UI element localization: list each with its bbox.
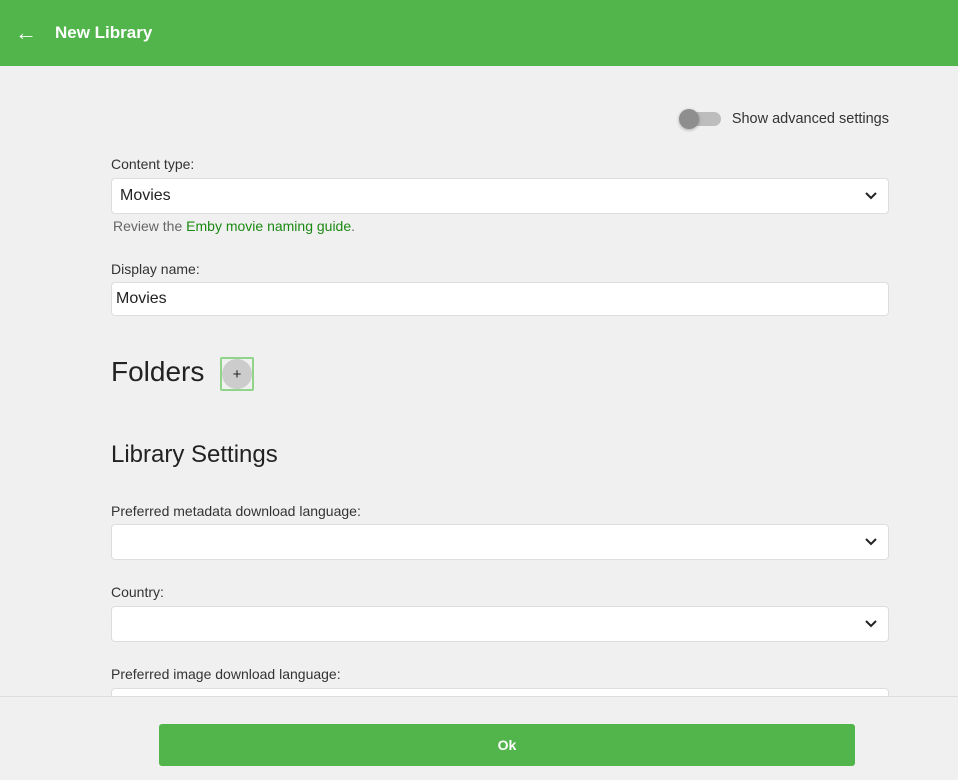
library-settings-heading: Library Settings	[111, 441, 278, 468]
advanced-settings-toggle[interactable]: Show advanced settings	[678, 109, 889, 129]
naming-guide-help: Review the Emby movie naming guide.	[113, 218, 356, 234]
page-title: New Library	[55, 23, 153, 42]
metadata-language-select[interactable]	[111, 524, 889, 560]
chevron-down-icon	[865, 192, 877, 200]
app-header: ← New Library	[0, 0, 958, 66]
folders-heading: Folders	[111, 356, 205, 387]
metadata-language-label: Preferred metadata download language:	[111, 503, 361, 519]
country-select[interactable]	[111, 606, 889, 642]
chevron-down-icon	[865, 538, 877, 546]
content-type-value: Movies	[120, 187, 171, 204]
content-type-select[interactable]: Movies	[111, 178, 889, 214]
chevron-down-icon	[865, 620, 877, 628]
footer: Ok	[0, 696, 958, 780]
country-label: Country:	[111, 584, 164, 600]
add-folder-button[interactable]: +	[220, 357, 254, 391]
naming-guide-link[interactable]: Emby movie naming guide	[186, 218, 351, 234]
display-name-label: Display name:	[111, 261, 200, 277]
back-arrow-icon[interactable]: ←	[15, 20, 41, 46]
plus-icon: +	[222, 359, 252, 389]
toggle-knob[interactable]	[678, 109, 699, 129]
display-name-input[interactable]: Movies	[111, 282, 889, 316]
ok-button[interactable]: Ok	[159, 724, 855, 766]
toggle-track[interactable]	[678, 109, 721, 129]
content-type-label: Content type:	[111, 156, 195, 172]
toggle-label: Show advanced settings	[731, 111, 889, 127]
image-language-label: Preferred image download language:	[111, 666, 341, 682]
